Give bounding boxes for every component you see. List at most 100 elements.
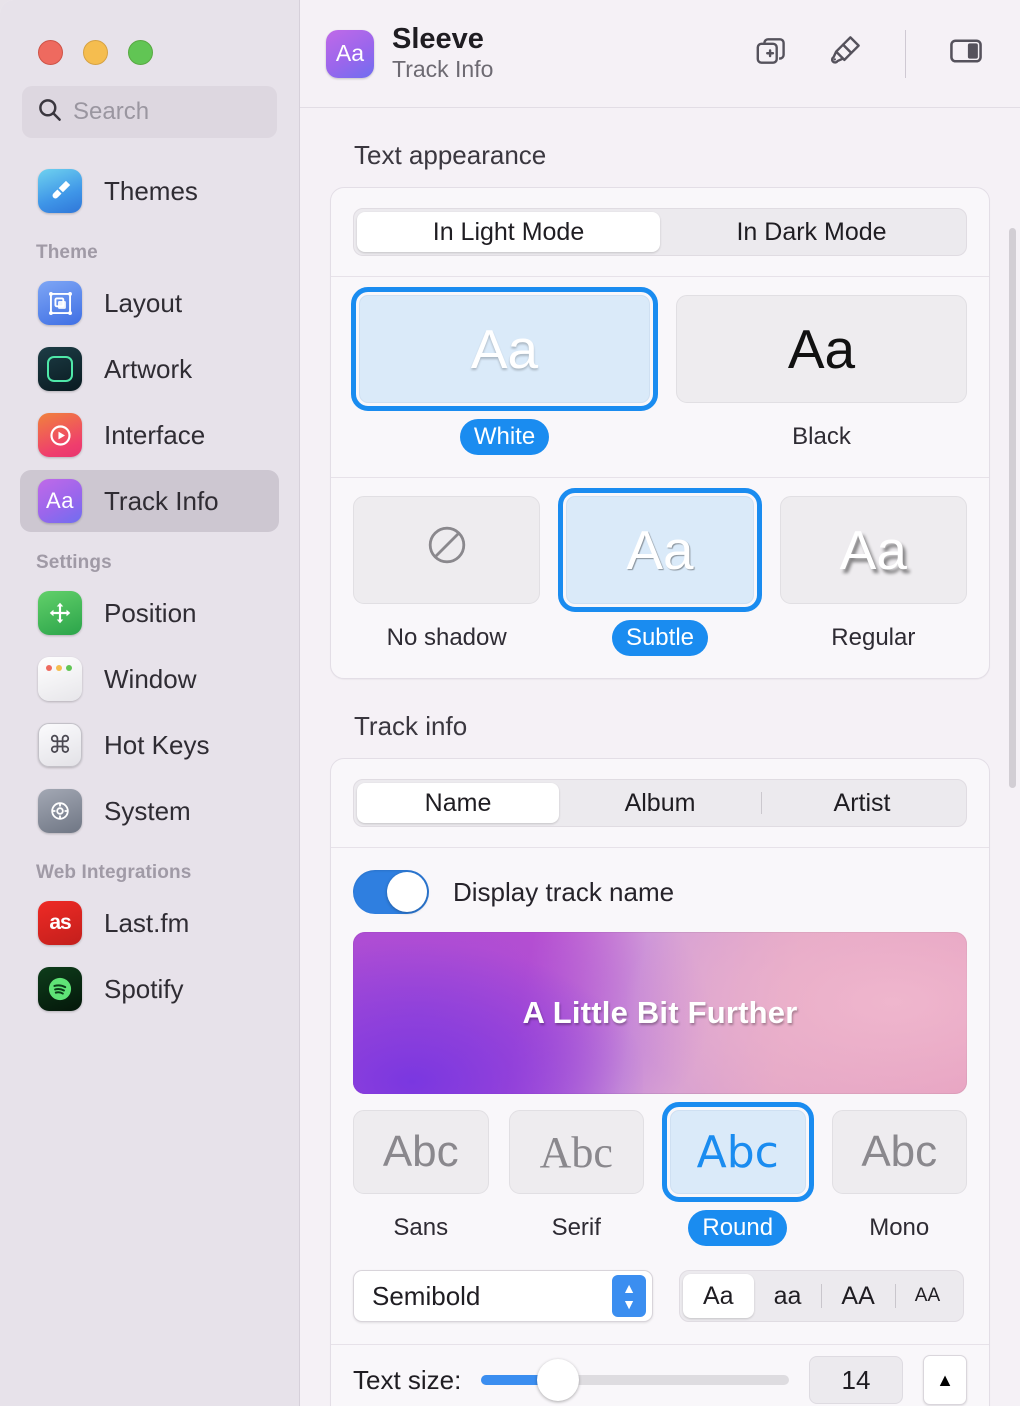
sidebar-item-label: Track Info: [104, 485, 219, 516]
slider-knob[interactable]: [536, 1359, 579, 1401]
settings-scroll-area[interactable]: Text appearance In Light Mode In Dark Mo…: [300, 108, 1020, 1406]
spotify-icon: [38, 967, 82, 1011]
swatch-sample: Aa: [787, 318, 856, 380]
text-size-slider[interactable]: [481, 1359, 789, 1401]
app-window: Search Themes Theme Layout Artwork Inter…: [0, 0, 1020, 1406]
tab-in-light-mode[interactable]: In Light Mode: [357, 212, 660, 252]
interface-icon: [38, 413, 82, 457]
titlebar: Aa Sleeve Track Info: [300, 0, 1020, 108]
swatch-label: Subtle: [611, 620, 709, 656]
weight-and-caps-row: Semibold ▲ ▼ Aa aa AA AA: [331, 1254, 989, 1344]
swatch-label: White: [459, 419, 550, 455]
text-size-value[interactable]: 14: [809, 1356, 903, 1404]
caps-option-smallcaps[interactable]: AA: [894, 1274, 960, 1318]
layout-icon: [38, 281, 82, 325]
swatch-label: Sans: [393, 1214, 449, 1241]
caps-option-lower[interactable]: aa: [754, 1274, 822, 1318]
sidebar-item-hot-keys[interactable]: ⌘ Hot Keys: [20, 714, 279, 776]
swatch-label: Regular: [831, 624, 916, 651]
text-color-option-white[interactable]: Aa White: [351, 287, 658, 455]
sidebar-item-label: Interface: [104, 419, 206, 450]
font-option-round[interactable]: Abc Round: [662, 1102, 814, 1246]
capitalization-segmented-control[interactable]: Aa aa AA AA: [679, 1270, 965, 1322]
paintbrush-icon: [38, 169, 82, 213]
sidebar-nav: Themes Theme Layout Artwork Interface Aa…: [0, 160, 299, 1020]
no-shadow-icon: [423, 518, 471, 582]
edit-theme-button[interactable]: [817, 26, 873, 82]
tab-name[interactable]: Name: [357, 783, 559, 823]
position-icon: [38, 591, 82, 635]
tab-artist[interactable]: Artist: [761, 783, 963, 823]
shadow-option-none[interactable]: No shadow: [353, 496, 541, 656]
swatch-label: Mono: [869, 1214, 930, 1241]
display-track-name-row: Display track name: [331, 848, 989, 930]
sidebar-item-label: Hot Keys: [104, 729, 210, 760]
caps-option-sentence[interactable]: Aa: [683, 1274, 754, 1318]
shadow-option-subtle[interactable]: Aa Subtle: [558, 488, 762, 656]
artwork-icon: [38, 347, 82, 391]
text-appearance-card: In Light Mode In Dark Mode Aa White Aa B…: [330, 187, 990, 679]
vertical-scrollbar[interactable]: [1009, 228, 1016, 788]
sidebar-item-interface[interactable]: Interface: [20, 404, 279, 466]
swatch-preview: [353, 496, 541, 604]
swatch-preview: Aa: [676, 295, 967, 403]
swatch-label: Black: [792, 423, 851, 450]
swatch-sample: Aa: [470, 318, 539, 380]
tab-in-dark-mode[interactable]: In Dark Mode: [660, 212, 963, 252]
duplicate-theme-button[interactable]: [743, 26, 799, 82]
chevron-updown-icon: ▲ ▼: [612, 1275, 646, 1317]
font-family-options: Abc Sans Abc Serif Abc Round Abc Mono: [331, 1102, 989, 1254]
swatch-preview: Abc: [508, 1110, 644, 1194]
sidebar-item-label: Themes: [104, 175, 198, 206]
text-size-stepper[interactable]: ▲: [923, 1355, 967, 1405]
zoom-button[interactable]: [128, 40, 153, 65]
swatch-label: No shadow: [386, 624, 507, 651]
window-icon: [38, 657, 82, 701]
search-icon: [36, 96, 63, 128]
font-option-sans[interactable]: Abc Sans: [353, 1110, 489, 1246]
swatch-sample: Abc: [861, 1127, 938, 1176]
font-weight-select[interactable]: Semibold ▲ ▼: [353, 1270, 653, 1322]
mode-segment-row: In Light Mode In Dark Mode: [331, 188, 989, 276]
mode-segmented-control[interactable]: In Light Mode In Dark Mode: [353, 208, 967, 256]
swatch-preview: Aa: [558, 488, 762, 612]
paintbrush-icon: [827, 33, 863, 74]
swatch-sample: Abc: [382, 1127, 459, 1176]
sidebar-item-window[interactable]: Window: [20, 648, 279, 710]
font-option-mono[interactable]: Abc Mono: [831, 1110, 967, 1246]
toggle-sidebar-button[interactable]: [938, 26, 994, 82]
display-track-name-label: Display track name: [453, 876, 675, 907]
sidebar-item-label: Position: [104, 597, 197, 628]
tab-album[interactable]: Album: [559, 783, 761, 823]
search-field[interactable]: Search: [22, 86, 277, 138]
sidebar-item-spotify[interactable]: Spotify: [20, 958, 279, 1020]
lastfm-icon: as: [38, 901, 82, 945]
sidebar-item-label: Window: [104, 663, 197, 694]
chevron-up-icon: ▲: [936, 1369, 954, 1390]
text-appearance-heading: Text appearance: [354, 140, 547, 170]
swatch-preview: Aa: [779, 496, 967, 604]
sidebar-item-layout[interactable]: Layout: [20, 272, 279, 334]
text-color-option-black[interactable]: Aa Black: [676, 295, 967, 455]
sidebar-item-artwork[interactable]: Artwork: [20, 338, 279, 400]
minimize-button[interactable]: [83, 40, 108, 65]
shadow-option-regular[interactable]: Aa Regular: [779, 496, 967, 656]
sidebar-item-position[interactable]: Position: [20, 582, 279, 644]
duplicate-theme-icon: [753, 33, 789, 74]
sidebar-item-system[interactable]: System: [20, 780, 279, 842]
field-segmented-control[interactable]: Name Album Artist: [353, 779, 967, 827]
sidebar-item-lastfm[interactable]: as Last.fm: [20, 892, 279, 954]
swatch-label: Round: [688, 1210, 788, 1246]
swatch-sample: Aa: [839, 519, 907, 581]
display-track-name-toggle[interactable]: [353, 870, 429, 914]
font-option-serif[interactable]: Abc Serif: [508, 1110, 644, 1246]
text-size-label: Text size:: [353, 1364, 462, 1395]
toolbar-divider: [905, 29, 906, 78]
sidebar-item-track-info[interactable]: Aa Track Info: [20, 470, 279, 532]
track-name-preview: A Little Bit Further: [353, 932, 967, 1094]
swatch-sample: Abc: [539, 1127, 613, 1177]
caps-option-upper[interactable]: AA: [821, 1274, 894, 1318]
sidebar-item-themes[interactable]: Themes: [20, 160, 279, 222]
swatch-preview: Aa: [351, 287, 658, 411]
close-button[interactable]: [38, 40, 63, 65]
